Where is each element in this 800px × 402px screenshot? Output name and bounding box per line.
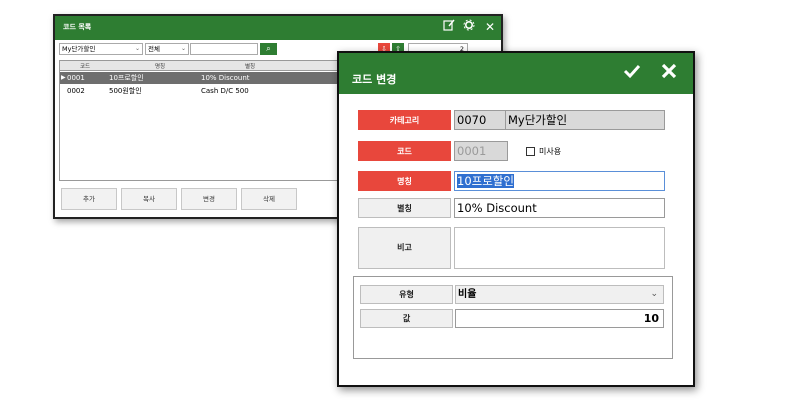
name-field[interactable]: 10프로할인 <box>454 171 665 191</box>
usage-select[interactable]: 전체 ⌄ <box>145 43 189 55</box>
row-code: 0002 <box>67 87 85 95</box>
check-icon[interactable] <box>620 61 644 85</box>
row-code: 0001 <box>67 74 85 82</box>
row-alias: Cash D/C 500 <box>201 87 249 95</box>
value-field[interactable]: 10 <box>455 309 664 328</box>
dialog-titlebar: 코드 변경 <box>339 53 693 94</box>
add-button[interactable]: 추가 <box>61 188 117 210</box>
close-icon[interactable]: ✕ <box>482 19 498 35</box>
row-name: 10프로할인 <box>109 74 144 82</box>
delete-button[interactable]: 삭제 <box>241 188 297 210</box>
row-alias: 10% Discount <box>201 74 250 82</box>
note-label: 비고 <box>358 227 451 269</box>
category-name-field: My단가할인 <box>505 110 665 130</box>
chevron-down-icon: ⌄ <box>650 289 658 299</box>
search-button[interactable]: ⌕ <box>260 43 277 55</box>
grid-header: 코드 명칭 별칭 <box>60 61 348 71</box>
code-edit-dialog: 코드 변경 카테고리 0070 My단가할인 코드 0001 미사용 명칭 10… <box>337 51 695 387</box>
chevron-down-icon: ⌄ <box>134 45 140 52</box>
column-code: 코드 <box>79 64 91 70</box>
alias-field[interactable]: 10% Discount <box>454 198 665 218</box>
column-name: 명칭 <box>154 64 166 70</box>
settings-icon[interactable] <box>461 19 477 35</box>
type-select-value: 비율 <box>458 289 477 300</box>
usage-select-value: 전체 <box>148 45 160 53</box>
dialog-title: 코드 변경 <box>352 73 397 86</box>
note-field[interactable] <box>454 227 665 269</box>
table-row[interactable]: ▶ 0001 10프로할인 10% Discount <box>60 72 348 84</box>
category-select[interactable]: My단가할인 ⌄ <box>59 43 143 55</box>
name-field-value: 10프로할인 <box>457 174 514 188</box>
chevron-down-icon: ⌄ <box>180 45 186 52</box>
code-list-title: 코드 목록 <box>63 23 92 31</box>
category-label: 카테고리 <box>358 110 451 130</box>
category-select-value: My단가할인 <box>62 45 96 53</box>
column-alias: 별칭 <box>244 64 256 70</box>
code-list-titlebar: 코드 목록 ✕ <box>55 16 501 40</box>
type-select[interactable]: 비율 ⌄ <box>455 285 664 304</box>
code-grid: 코드 명칭 별칭 ▶ 0001 10프로할인 10% Discount 0002… <box>59 60 349 181</box>
code-label: 코드 <box>358 141 451 161</box>
unused-label: 미사용 <box>539 147 562 156</box>
type-label: 유형 <box>360 285 453 304</box>
unused-checkbox[interactable] <box>526 147 535 156</box>
edit-button[interactable]: 변경 <box>181 188 237 210</box>
category-code-field: 0070 <box>454 110 506 130</box>
value-label: 값 <box>360 309 453 328</box>
close-icon[interactable] <box>657 61 681 85</box>
edit-icon[interactable] <box>441 19 457 35</box>
table-row[interactable]: 0002 500원할인 Cash D/C 500 <box>60 85 348 97</box>
code-field: 0001 <box>454 141 508 161</box>
row-pointer-icon: ▶ <box>61 74 66 81</box>
search-icon: ⌕ <box>266 44 271 53</box>
copy-button[interactable]: 복사 <box>121 188 177 210</box>
type-value-group: 유형 비율 ⌄ 값 10 <box>353 276 673 359</box>
row-name: 500원할인 <box>109 87 142 95</box>
search-input[interactable] <box>190 43 258 55</box>
name-label: 명칭 <box>358 171 451 191</box>
alias-label: 별칭 <box>358 198 451 218</box>
